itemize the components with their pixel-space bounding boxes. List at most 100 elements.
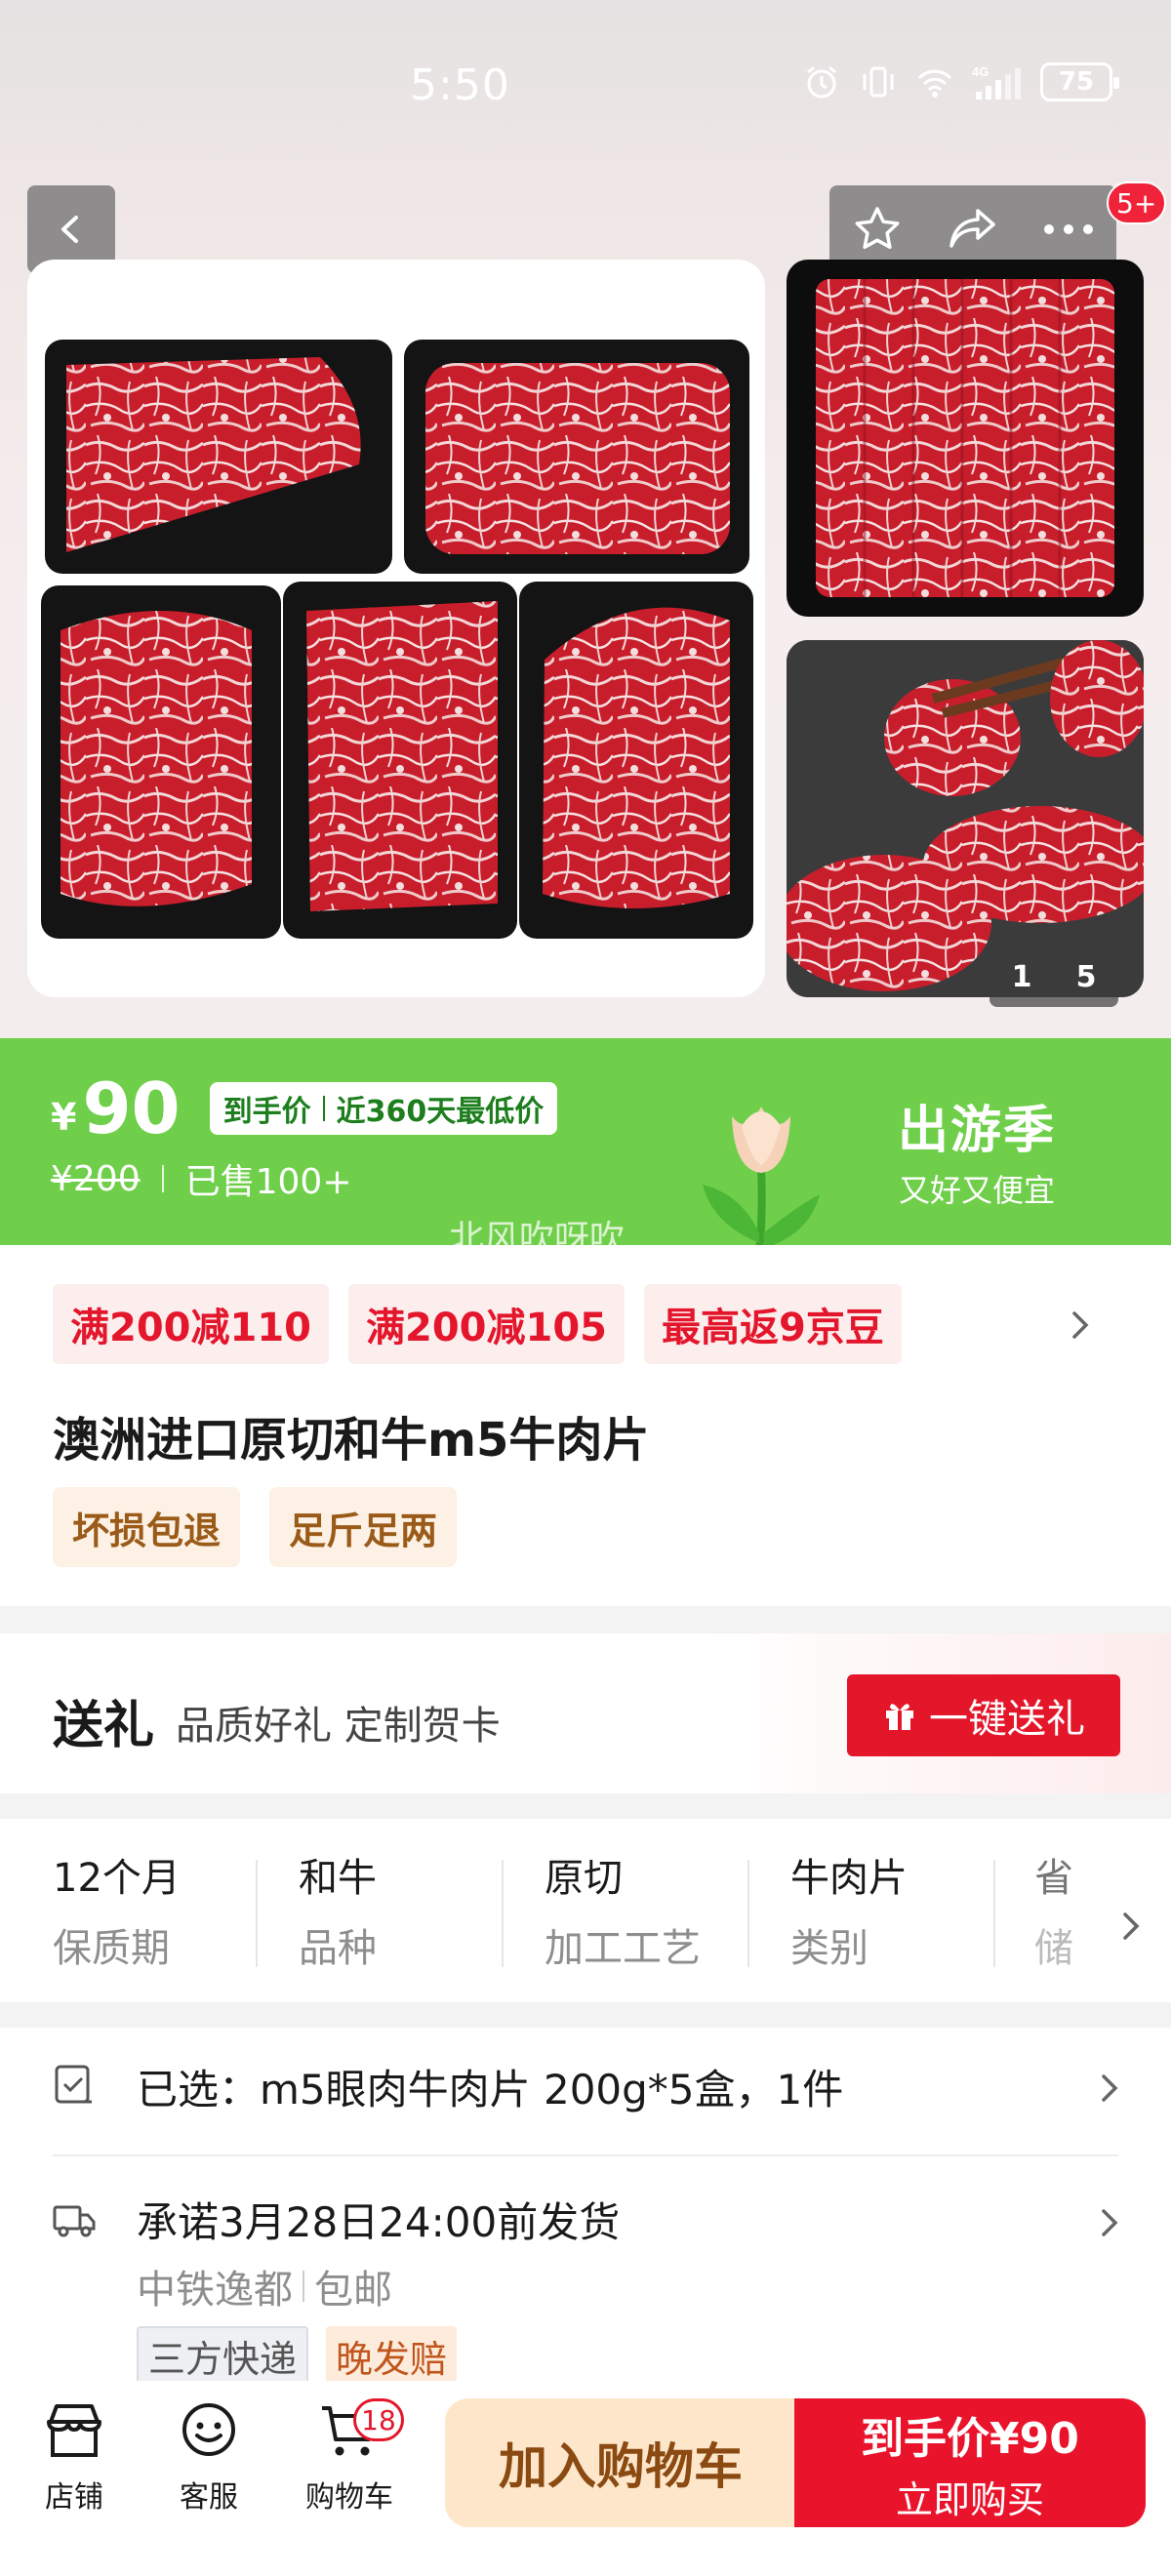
buy-action-label: 立即购买 <box>895 2477 1044 2521</box>
spec-item: 12个月 保质期 <box>53 1846 299 1983</box>
more-dots-icon <box>1044 224 1093 234</box>
spec-value: 12个月 <box>53 1856 181 1901</box>
gallery-area: 5:50 4G 75 5+ 1 5 <box>0 0 1171 1038</box>
price-row: ¥ 90 到手价 近360天最低价 <box>51 1067 558 1149</box>
coupon-list[interactable]: 满200减110 满200减105 最高返9京豆 <box>53 1284 902 1364</box>
service-label: 客服 <box>180 2480 238 2515</box>
alarm-icon <box>807 65 836 99</box>
selected-sku-text[interactable]: 已选：m5眼肉牛肉片 200g*5盒，1件 <box>137 2057 843 2116</box>
send-gift-label: 一键送礼 <box>929 1697 1085 1742</box>
price-tag-note: 近360天最低价 <box>336 1095 545 1129</box>
product-info-card: 满200减110 满200减105 最高返9京豆 澳洲进口原切和牛m5牛肉片 坏… <box>0 1245 1171 1606</box>
divider <box>303 2271 304 2302</box>
spec-label: 加工工艺 <box>545 1926 701 1971</box>
shipping-tag: 三方快递 <box>137 2326 309 2385</box>
coupon-item[interactable]: 满200减110 <box>53 1284 329 1364</box>
chevron-right-icon[interactable] <box>1066 1308 1095 1343</box>
chevron-right-icon <box>1123 1912 1140 1940</box>
spec-item: 牛肉片 类别 <box>790 1846 1036 1983</box>
spec-label: 保质期 <box>53 1926 170 1971</box>
spec-label: 品种 <box>299 1926 377 1971</box>
shipping-tag: 晚发赔 <box>326 2326 458 2385</box>
spec-value: 和牛 <box>299 1856 377 1901</box>
divider <box>256 1860 258 1967</box>
product-title: 澳洲进口原切和牛m5牛肉片 <box>53 1413 650 1468</box>
gallery-thumbnail[interactable] <box>787 260 1144 617</box>
pager-current: 1 <box>1011 959 1032 994</box>
spec-expand-button[interactable] <box>1091 1887 1171 1965</box>
coupon-item[interactable]: 满200减105 <box>348 1284 625 1364</box>
shipping-tags: 三方快递 晚发赔 <box>137 2326 458 2385</box>
gift-icon <box>886 1704 913 1730</box>
season-title: 出游季 <box>898 1102 1057 1160</box>
gift-description: 品质好礼 定制贺卡 <box>176 1704 501 1749</box>
shop-icon <box>47 2404 101 2457</box>
shipping-details: 中铁逸都 包邮 <box>137 2258 392 2314</box>
status-bar: 5:50 4G 75 <box>0 0 1171 156</box>
divider <box>161 1165 164 1192</box>
spec-section[interactable]: 12个月 保质期 和牛 品种 原切 加工工艺 牛肉片 类别 省 储 <box>0 1819 1171 2002</box>
coupon-item[interactable]: 最高返9京豆 <box>644 1284 902 1364</box>
current-price: 90 <box>82 1067 181 1149</box>
season-promo[interactable]: 出游季 又好又便宜 <box>898 1089 1056 1211</box>
gift-section: 送礼 品质好礼 定制贺卡 一键送礼 <box>0 1633 1171 1793</box>
divider <box>53 2154 1118 2156</box>
chevron-right-icon[interactable] <box>1095 2205 1124 2240</box>
service-badge: 坏损包退 <box>53 1487 241 1567</box>
vibrate-icon <box>863 66 894 98</box>
buy-now-button[interactable]: 到手价¥90 立即购买 <box>794 2398 1146 2527</box>
chevron-right-icon[interactable] <box>1095 2071 1124 2106</box>
send-gift-button[interactable]: 一键送礼 <box>847 1674 1120 1756</box>
price-sub-row: ¥200 已售100+ <box>51 1153 352 1204</box>
sold-count: 已售100+ <box>184 1162 352 1202</box>
service-badges: 坏损包退 足斤足两 <box>53 1487 458 1567</box>
spec-value: 原切 <box>545 1856 623 1901</box>
price-tag-label: 到手价 <box>222 1095 311 1129</box>
cell-signal-icon: 4G <box>972 64 1021 100</box>
customer-service-button[interactable]: 客服 <box>150 2400 267 2556</box>
original-price: ¥200 <box>51 1158 141 1199</box>
wifi-icon <box>917 69 952 98</box>
bottom-action-bar: 店铺 客服 购物车 18 加入购物车 到手价¥90 立即购买 <box>0 2381 1171 2576</box>
ship-origin: 中铁逸都 <box>137 2268 293 2313</box>
spec-item: 原切 加工工艺 <box>545 1846 790 1983</box>
add-to-cart-button[interactable]: 加入购物车 <box>445 2398 796 2527</box>
gallery-thumbnail[interactable] <box>787 640 1144 997</box>
shop-button[interactable]: 店铺 <box>16 2400 133 2556</box>
delivery-truck-icon <box>53 2205 96 2237</box>
cart-count-badge: 18 <box>353 2398 404 2441</box>
main-product-photo[interactable] <box>27 260 765 997</box>
status-icons: 4G 75 <box>802 62 1119 101</box>
chevron-left-icon <box>61 216 78 243</box>
beef-slices-image <box>816 279 1114 597</box>
season-subtitle: 又好又便宜 <box>899 1172 1056 1209</box>
pager-total: 5 <box>1075 959 1097 994</box>
selection-shipping-card: 已选：m5眼肉牛肉片 200g*5盒，1件 承诺3月28日24:00前发货 中铁… <box>0 2028 1171 2418</box>
tag-separator <box>322 1096 325 1121</box>
image-pager: 1 5 <box>989 946 1118 1007</box>
message-count-badge: 5+ <box>1107 181 1167 224</box>
battery-indicator: 75 <box>1040 62 1119 101</box>
divider <box>747 1860 749 1967</box>
status-time: 5:50 <box>410 60 510 110</box>
gift-title: 送礼 <box>53 1697 155 1755</box>
buy-price-line: 到手价¥90 <box>861 2413 1079 2464</box>
share-icon <box>949 209 995 248</box>
currency-symbol: ¥ <box>51 1096 77 1139</box>
star-icon <box>855 207 900 250</box>
divider <box>502 1860 504 1967</box>
spec-item: 和牛 品种 <box>299 1846 545 1983</box>
tulip-illustration <box>703 1107 820 1245</box>
svg-text:4G: 4G <box>972 64 989 79</box>
beef-rolls-image <box>787 640 1144 997</box>
beef-trays-image <box>41 340 753 939</box>
shipping-promise[interactable]: 承诺3月28日24:00前发货 <box>137 2190 620 2249</box>
spec-label: 类别 <box>790 1926 868 1971</box>
service-badge: 足斤足两 <box>269 1487 458 1567</box>
shop-label: 店铺 <box>45 2480 103 2515</box>
spec-value: 牛肉片 <box>790 1856 908 1901</box>
free-shipping: 包邮 <box>314 2268 392 2313</box>
divider <box>993 1860 995 1967</box>
smiley-chat-icon <box>182 2403 235 2456</box>
selected-sku-icon <box>55 2065 92 2104</box>
